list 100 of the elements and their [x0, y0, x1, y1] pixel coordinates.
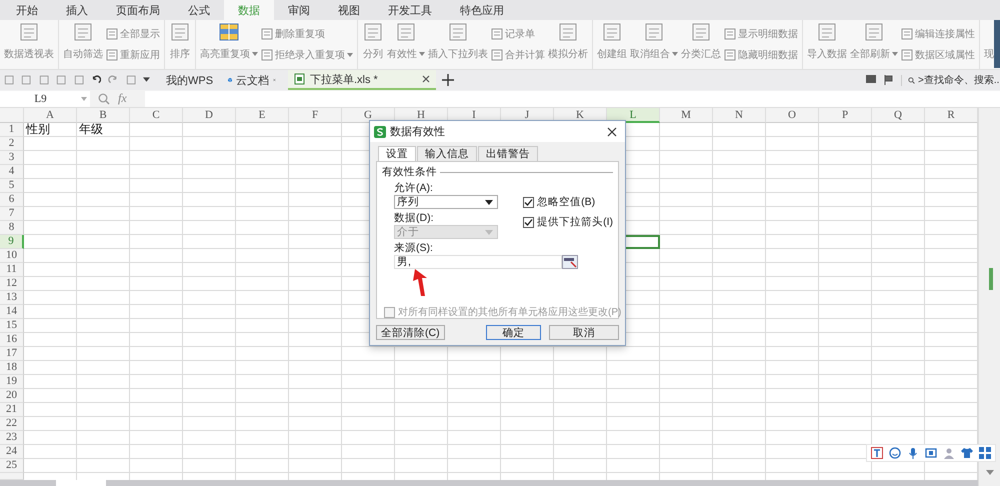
row-header[interactable]: 11: [0, 263, 24, 277]
dialog-button[interactable]: 确定: [486, 325, 541, 340]
menu-tab[interactable]: 公式: [174, 0, 224, 20]
row-header[interactable]: 21: [0, 403, 24, 417]
dialog-tab[interactable]: 输入信息: [417, 146, 477, 161]
search-icon: [908, 74, 915, 86]
formula-field[interactable]: [144, 90, 1000, 106]
checkbox[interactable]: [523, 196, 534, 208]
row-header[interactable]: 1: [0, 123, 24, 137]
row-header[interactable]: 17: [0, 347, 24, 361]
frame-icon[interactable]: [925, 447, 937, 459]
add-icon[interactable]: [442, 74, 454, 86]
toolbar-icon[interactable]: [56, 74, 67, 86]
document-tab[interactable]: 下拉菜单.xls *: [288, 70, 436, 90]
row-header[interactable]: 23: [0, 431, 24, 445]
menu-tab[interactable]: 开始: [2, 0, 52, 20]
zoom-icon[interactable]: [98, 92, 110, 104]
ribbon-button[interactable]: 删除重复项: [261, 27, 353, 42]
flag-icon[interactable]: [883, 74, 895, 86]
dialog-tab[interactable]: 设置: [378, 146, 416, 161]
menu-tab[interactable]: 开发工具: [374, 0, 446, 20]
microphone-icon[interactable]: [907, 447, 919, 459]
column-header[interactable]: L: [607, 108, 660, 123]
smiley-icon[interactable]: [889, 447, 901, 459]
row-header[interactable]: 18: [0, 361, 24, 375]
row-header[interactable]: 5: [0, 179, 24, 193]
grid-icon[interactable]: [979, 447, 991, 459]
row-header[interactable]: 15: [0, 319, 24, 333]
list-icon: [901, 48, 913, 61]
row-header[interactable]: 4: [0, 165, 24, 179]
ribbon-button[interactable]: 排序: [169, 20, 191, 69]
toolbar-icon[interactable]: [38, 74, 50, 86]
ribbon-button[interactable]: 重新应用: [106, 48, 160, 62]
ribbon-button[interactable]: 隐藏明细数据: [724, 48, 798, 62]
toolbar-icon[interactable]: [4, 74, 14, 86]
person-icon[interactable]: [943, 447, 955, 459]
menu-tab[interactable]: 视图: [324, 0, 374, 20]
name-box[interactable]: L9: [0, 90, 90, 106]
row-header[interactable]: 9: [0, 235, 24, 249]
toolbar-icon[interactable]: [74, 74, 84, 86]
undo-icon[interactable]: [90, 74, 102, 86]
scrollbar[interactable]: [978, 108, 1000, 486]
row-header[interactable]: 8: [0, 221, 24, 235]
dialog-tab[interactable]: 出错警告: [478, 146, 538, 161]
menu-tab[interactable]: 页面布局: [102, 0, 174, 20]
row-header[interactable]: 19: [0, 375, 24, 389]
row-header[interactable]: 3: [0, 151, 24, 165]
arrow-annotation: [412, 269, 428, 297]
row-header[interactable]: 14: [0, 305, 24, 319]
ribbon-button[interactable]: 有效性: [387, 20, 425, 69]
search-field[interactable]: >查找命令、搜索...: [901, 74, 1000, 86]
row-header[interactable]: 12: [0, 277, 24, 291]
toolbar-icon[interactable]: [126, 74, 136, 86]
ribbon-button[interactable]: 高亮重复项: [200, 20, 258, 69]
row-header[interactable]: 24: [0, 445, 24, 459]
menu-tab[interactable]: 审阅: [274, 0, 324, 20]
text-icon[interactable]: [871, 447, 883, 459]
range-picker-icon[interactable]: [562, 255, 578, 269]
ribbon-button[interactable]: 显示明细数据: [724, 27, 798, 42]
row-header[interactable]: 13: [0, 291, 24, 305]
ribbon-button[interactable]: 取消组合: [630, 20, 678, 69]
ribbon-button[interactable]: 创建组: [597, 20, 627, 69]
ribbon-button[interactable]: 编辑连接属性: [901, 27, 975, 42]
ribbon-button[interactable]: 分列: [362, 20, 384, 69]
menu-tab[interactable]: 插入: [52, 0, 102, 20]
caret-icon: [347, 53, 353, 58]
row-header[interactable]: 7: [0, 207, 24, 221]
row-header[interactable]: 6: [0, 193, 24, 207]
ribbon-button[interactable]: 合并计算: [491, 48, 545, 62]
row-header[interactable]: 16: [0, 333, 24, 347]
table-cell-text: 性别: [24, 123, 51, 137]
ribbon-button[interactable]: 全部刷新: [850, 20, 898, 69]
ribbon-button[interactable]: 导入数据: [807, 20, 847, 69]
checkbox[interactable]: [523, 216, 534, 228]
document-tab[interactable]: 云文档: [222, 70, 282, 90]
document-tab[interactable]: 我的WPS: [156, 70, 216, 90]
close-icon[interactable]: [607, 126, 617, 136]
dialog-button[interactable]: 取消: [549, 325, 619, 340]
scroll-handle[interactable]: [994, 20, 1000, 68]
app-logo-icon: [374, 126, 386, 138]
ribbon-button[interactable]: 拒绝录入重复项: [261, 48, 353, 62]
ribbon-button[interactable]: 现: [984, 20, 994, 69]
row-header[interactable]: 2: [0, 137, 24, 151]
row-header[interactable]: 10: [0, 249, 24, 263]
caret-icon: [672, 52, 678, 56]
menu-tab[interactable]: 数据: [224, 0, 274, 20]
shirt-icon[interactable]: [961, 447, 973, 459]
menu-tab[interactable]: 特色应用: [446, 0, 518, 20]
row-header[interactable]: 22: [0, 417, 24, 431]
redo-icon[interactable]: [108, 74, 119, 86]
row-header[interactable]: 25: [0, 459, 24, 473]
toolbar-icon[interactable]: [21, 74, 32, 86]
source-field[interactable]: 男,: [394, 255, 562, 269]
ribbon-button[interactable]: 数据区域属性: [901, 48, 975, 62]
scroll-thumb[interactable]: [989, 268, 993, 290]
caret-icon[interactable]: [143, 77, 150, 83]
dialog-button[interactable]: 全部清除(C): [376, 325, 445, 340]
row-header[interactable]: 20: [0, 389, 24, 403]
dropdown[interactable]: 序列: [394, 195, 498, 209]
close-icon[interactable]: [422, 75, 430, 83]
